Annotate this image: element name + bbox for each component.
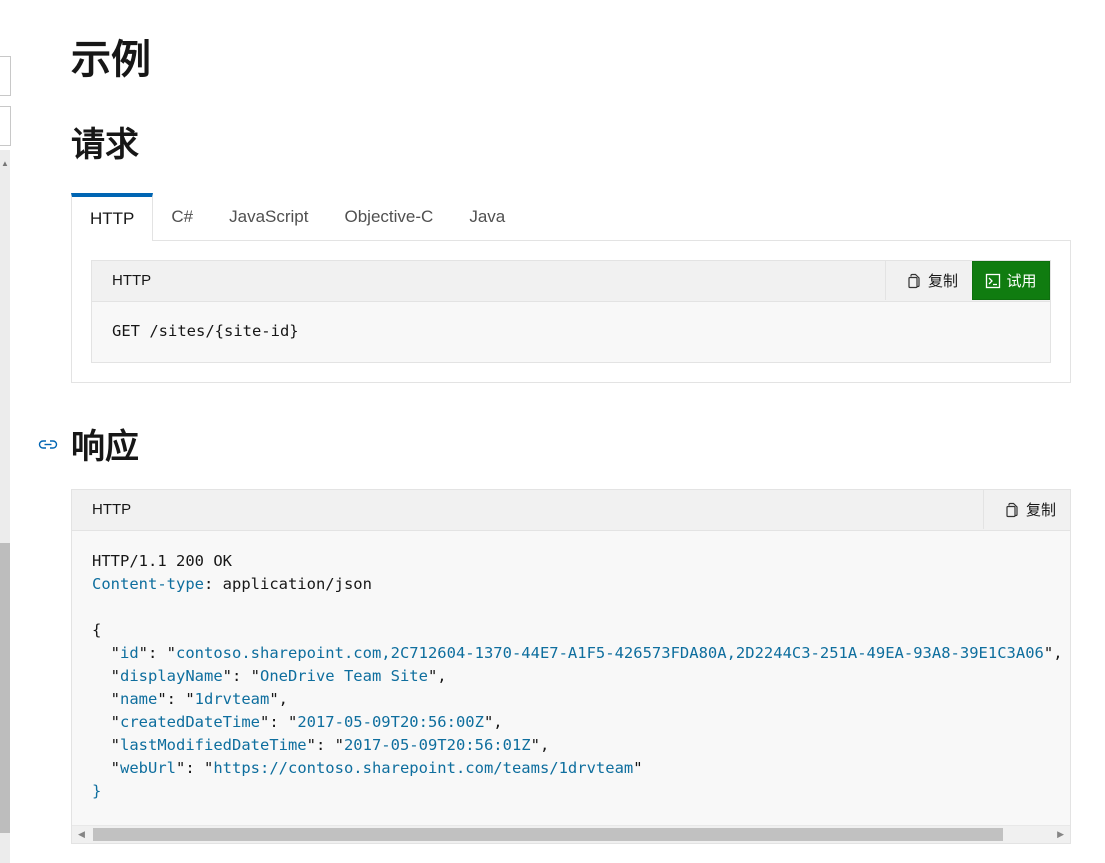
header-name: Content-type	[92, 575, 204, 593]
header-value: application/json	[222, 575, 372, 593]
copy-button[interactable]: 复制	[982, 490, 1070, 529]
json-value: OneDrive Team Site	[259, 667, 428, 685]
copy-button[interactable]: 复制	[884, 261, 972, 300]
response-code-block: HTTP 复制 HTTP/1.1 200 OK Content-type: ap…	[71, 489, 1071, 844]
link-icon[interactable]	[37, 434, 59, 454]
json-field-line: "displayName": "OneDrive Team Site",	[92, 667, 447, 685]
json-key: createdDateTime	[120, 713, 260, 731]
json-value: 2017-05-09T20:56:01Z	[343, 736, 531, 754]
code-header: HTTP 复制 试用	[92, 261, 1050, 302]
response-code-body: HTTP/1.1 200 OK Content-type: applicatio…	[92, 550, 1070, 805]
json-field-line: "webUrl": "https://contoso.sharepoint.co…	[92, 759, 643, 777]
json-key: displayName	[120, 667, 223, 685]
scroll-right-arrow-icon[interactable]: ▶	[1057, 829, 1064, 839]
json-value: 2017-05-09T20:56:00Z	[297, 713, 484, 731]
tab-objective-c[interactable]: Objective-C	[327, 193, 452, 240]
json-value: 1drvteam	[194, 690, 270, 708]
scroll-left-arrow-icon[interactable]: ◀	[78, 829, 85, 839]
code-header: HTTP 复制	[72, 490, 1070, 531]
copy-label: 复制	[1025, 502, 1056, 519]
response-heading: 响应	[71, 428, 139, 466]
sidebar-input-fragment[interactable]	[0, 106, 11, 146]
request-code-block: HTTP 复制 试用 GET /sites/{site-id}	[91, 260, 1051, 363]
code-language-label: HTTP	[92, 501, 132, 518]
horizontal-scrollbar[interactable]: ◀ ▶	[72, 825, 1070, 843]
json-value: contoso.sharepoint.com,2C712604-1370-44E…	[176, 644, 1044, 662]
response-code: HTTP/1.1 200 OK Content-type: applicatio…	[92, 552, 1063, 800]
sidebar-input-fragment[interactable]	[0, 56, 11, 96]
json-field-line: "lastModifiedDateTime": "2017-05-09T20:5…	[92, 736, 550, 754]
try-it-button[interactable]: 试用	[972, 261, 1050, 300]
tab-http[interactable]: HTTP	[71, 193, 154, 241]
copy-icon	[908, 273, 920, 288]
json-field-line: "createdDateTime": "2017-05-09T20:56:00Z…	[92, 713, 503, 731]
request-heading: 请求	[71, 126, 139, 164]
json-field-line: "id": "contoso.sharepoint.com,2C712604-1…	[92, 644, 1063, 662]
left-sidebar-edge: ▲	[0, 0, 11, 863]
copy-label: 复制	[927, 273, 958, 290]
try-label: 试用	[1006, 273, 1037, 290]
request-code: GET /sites/{site-id}	[112, 322, 299, 340]
json-key: name	[120, 690, 158, 708]
status-line: HTTP/1.1 200 OK	[92, 552, 232, 570]
examples-heading: 示例	[71, 38, 151, 82]
copy-icon	[1006, 502, 1018, 517]
tab-java[interactable]: Java	[451, 193, 523, 240]
json-key: webUrl	[120, 759, 176, 777]
json-value: https://contoso.sharepoint.com/teams/1dr…	[213, 759, 634, 777]
sidebar-scrollbar-thumb[interactable]	[0, 543, 10, 833]
code-language-label: HTTP	[112, 272, 152, 289]
close-brace: }	[92, 782, 102, 800]
horizontal-scrollbar-thumb[interactable]	[93, 828, 1003, 841]
json-key: lastModifiedDateTime	[120, 736, 307, 754]
tab-javascript[interactable]: JavaScript	[211, 193, 326, 240]
sidebar-scrollbar[interactable]: ▲	[0, 150, 10, 863]
language-tabs: HTTP C# JavaScript Objective-C Java	[71, 193, 523, 241]
scroll-up-arrow-icon[interactable]: ▲	[1, 160, 9, 168]
open-brace: {	[92, 621, 102, 639]
tab-c-[interactable]: C#	[153, 193, 211, 240]
json-field-line: "name": "1drvteam",	[92, 690, 288, 708]
terminal-icon	[986, 273, 1001, 288]
json-key: id	[120, 644, 139, 662]
